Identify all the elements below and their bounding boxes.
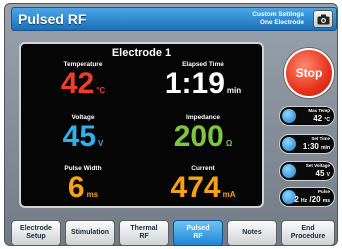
pulse-width-set-value: 20 [311,195,321,204]
nav-electrode-setup-button[interactable]: Electrode Setup [11,220,61,246]
set-time-label: Set Time [311,136,330,141]
pulse-width-value: 6 [67,171,85,204]
custom-settings-line2: One Electrode [259,19,304,26]
setting-dot-icon [282,137,296,151]
set-time-value: 1:30 [302,142,319,151]
temperature-value: 42 [60,67,95,100]
nav-pulsed-rf-button[interactable]: Pulsed RF [173,220,223,246]
set-voltage-unit: V [326,172,330,178]
camera-icon [317,14,330,25]
current-value: 474 [170,171,221,204]
title-bar: Pulsed RF Custom Settings One Electrode [11,7,337,31]
stop-button[interactable]: Stop [284,48,334,98]
pulse-rate-value: 2 [294,195,299,204]
pulse-label: Pulse [317,189,330,194]
bottom-nav: Electrode Setup Stimulation Thermal RF P… [11,220,341,248]
temperature-readout: Temperature 42 °C [23,61,143,100]
set-voltage-value: 45 [315,169,325,178]
current-unit: mA [222,190,236,199]
nav-notes-button[interactable]: Notes [227,220,277,246]
nav-stimulation-button[interactable]: Stimulation [65,220,115,246]
set-voltage-button[interactable]: Set Voltage 45 V [279,161,335,181]
device-frame: Pulsed RF Custom Settings One Electrode … [4,3,338,246]
max-temp-label: Max Temp [308,108,330,113]
pulse-width-set-unit: ms [322,198,330,204]
elapsed-time-readout: Elapsed Time 1:19 min [143,61,263,100]
nav-end-procedure-button[interactable]: End Procedure [281,220,335,246]
voltage-value: 45 [62,120,97,153]
set-voltage-label: Set Voltage [305,163,330,168]
page-title: Pulsed RF [18,11,87,27]
elapsed-time-unit: min [226,86,242,95]
setting-dot-icon [282,164,296,178]
impedance-value: 200 [173,120,224,153]
temperature-unit: °C [96,86,106,95]
current-readout: Current 474 mA [143,165,263,204]
pulse-rate-unit: Hz [301,198,308,204]
custom-settings-line1: Custom Settings [252,11,304,18]
impedance-readout: Impedance 200 Ω [143,114,263,153]
readout-panel: Electrode 1 Temperature 42 °C Elapsed Tim… [19,42,264,208]
set-time-button[interactable]: Set Time 1:30 min [279,134,335,154]
elapsed-time-value: 1:19 [164,67,225,100]
electrode-title: Electrode 1 [111,47,172,59]
max-temp-unit: °C [324,117,330,123]
pulse-width-unit: ms [86,190,99,199]
pulse-width-readout: Pulse Width 6 ms [23,165,143,204]
impedance-unit: Ω [225,139,233,148]
setting-dot-icon [282,109,296,123]
pulse-button[interactable]: Pulse 2 Hz /20 ms [279,187,335,207]
voltage-unit: V [98,139,104,148]
screenshot-button[interactable] [313,10,333,28]
max-temp-button[interactable]: Max Temp 42 °C [279,106,335,126]
voltage-readout: Voltage 45 V [23,114,143,153]
custom-settings-label: Custom Settings One Electrode [214,11,304,27]
set-time-unit: min [321,145,330,151]
nav-thermal-rf-button[interactable]: Thermal RF [119,220,169,246]
max-temp-value: 42 [313,114,323,123]
